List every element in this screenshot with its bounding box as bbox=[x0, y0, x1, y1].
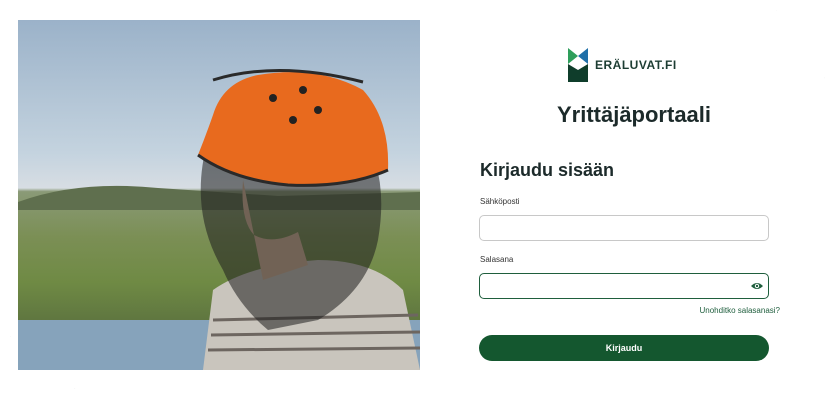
password-label: Salasana bbox=[480, 255, 514, 264]
brand-logo: ERÄLUVAT.FI bbox=[568, 48, 677, 82]
eraluvat-logo-icon bbox=[568, 48, 588, 82]
hero-photo-illustration bbox=[18, 68, 420, 370]
email-field[interactable] bbox=[479, 215, 769, 241]
email-label: Sähköposti bbox=[480, 197, 520, 206]
hero-photo bbox=[18, 20, 420, 370]
password-field[interactable] bbox=[479, 273, 769, 299]
forgot-password-link[interactable]: Unohditko salasanasi? bbox=[700, 306, 781, 315]
eye-icon[interactable] bbox=[750, 280, 764, 292]
login-button[interactable]: Kirjaudu bbox=[479, 335, 769, 361]
portal-title: Yrittäjäportaali bbox=[556, 102, 712, 127]
login-heading: Kirjaudu sisään bbox=[480, 160, 615, 180]
brand-name: ERÄLUVAT.FI bbox=[595, 58, 677, 72]
